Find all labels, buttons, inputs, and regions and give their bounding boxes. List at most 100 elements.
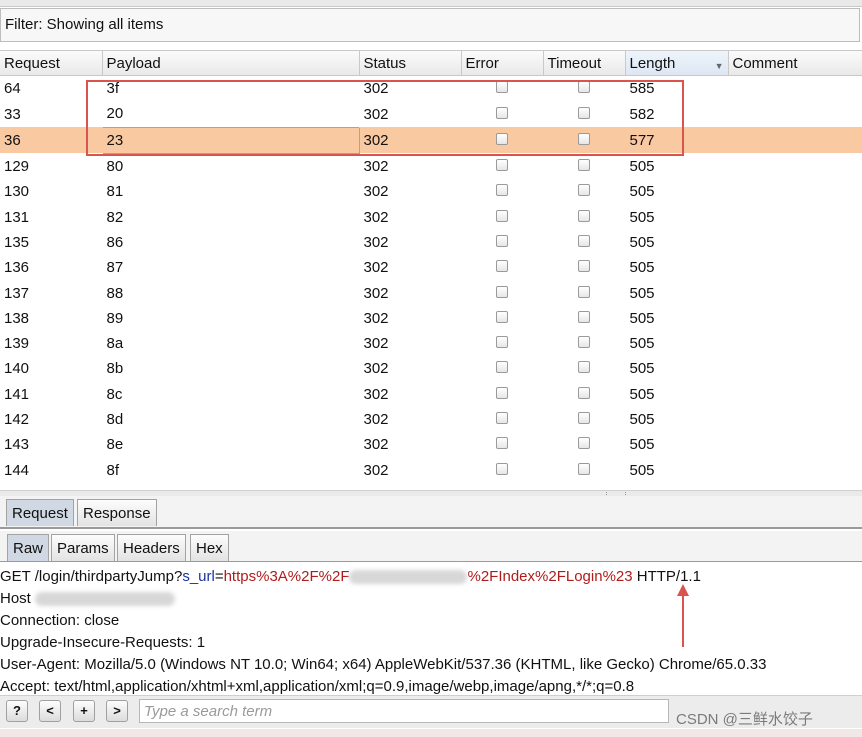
- tab-params[interactable]: Params: [51, 534, 115, 561]
- tab-hex[interactable]: Hex: [190, 534, 229, 561]
- cell-status: 302: [363, 335, 389, 353]
- timeout-checkbox[interactable]: [578, 260, 590, 273]
- cell-comment: [728, 382, 862, 407]
- search-input[interactable]: [139, 699, 669, 723]
- table-row[interactable]: 139 8a 302 505: [0, 331, 862, 356]
- cell-payload: 8b: [106, 360, 124, 378]
- redacted-blur: [349, 570, 468, 585]
- timeout-checkbox[interactable]: [578, 158, 590, 171]
- timeout-checkbox[interactable]: [578, 361, 590, 374]
- watermark-text: CSDN @三鲜水饺子: [676, 711, 813, 728]
- error-checkbox[interactable]: [496, 437, 508, 450]
- cell-comment: [728, 432, 862, 457]
- cell-error: [461, 356, 543, 381]
- user-agent-line: User-Agent: Mozilla/5.0 (Windows NT 10.0…: [0, 656, 767, 673]
- error-checkbox[interactable]: [496, 81, 508, 94]
- table-row[interactable]: 33 20 302 582: [0, 101, 862, 127]
- raw-request-editor[interactable]: GET /login/thirdpartyJump?s_url=https%3A…: [0, 566, 862, 694]
- tab-request[interactable]: Request: [6, 499, 74, 526]
- add-button[interactable]: +: [73, 700, 95, 722]
- upgrade-insecure-line: Upgrade-Insecure-Requests: 1: [0, 634, 206, 651]
- error-checkbox[interactable]: [496, 234, 508, 247]
- cell-payload: 82: [106, 208, 124, 226]
- error-checkbox[interactable]: [496, 158, 508, 171]
- timeout-checkbox[interactable]: [578, 132, 590, 145]
- table-row[interactable]: 36 23 302 577: [0, 126, 862, 154]
- cell-payload: 20: [106, 105, 124, 123]
- table-row[interactable]: 144 8f 302 505: [0, 457, 862, 482]
- cell-status: 302: [363, 436, 389, 454]
- cell-request: 137: [4, 284, 30, 302]
- timeout-checkbox[interactable]: [578, 81, 590, 94]
- table-row[interactable]: 143 8e 302 505: [0, 432, 862, 457]
- error-checkbox[interactable]: [496, 106, 508, 119]
- table-row[interactable]: 140 8b 302 505: [0, 356, 862, 381]
- error-checkbox[interactable]: [496, 209, 508, 222]
- column-header-error[interactable]: Error: [461, 51, 544, 76]
- cell-status: 302: [363, 233, 389, 251]
- table-row[interactable]: 129 80 302 505: [0, 153, 862, 179]
- error-checkbox[interactable]: [496, 412, 508, 424]
- column-header-length-label: Length: [629, 54, 676, 72]
- error-checkbox[interactable]: [496, 132, 508, 145]
- timeout-checkbox[interactable]: [578, 310, 590, 323]
- timeout-checkbox[interactable]: [578, 234, 590, 247]
- table-row[interactable]: 130 81 302 505: [0, 179, 862, 204]
- error-checkbox[interactable]: [496, 361, 508, 374]
- table-row[interactable]: 141 8c 302 505: [0, 382, 862, 407]
- column-header-request[interactable]: Request: [0, 51, 103, 76]
- timeout-checkbox[interactable]: [578, 106, 590, 119]
- timeout-checkbox[interactable]: [578, 209, 590, 222]
- cell-error: [461, 255, 543, 280]
- column-header-payload[interactable]: Payload: [102, 51, 360, 76]
- table-row[interactable]: 137 88 302 505: [0, 280, 862, 305]
- table-row[interactable]: 131 82 302 505: [0, 204, 862, 229]
- tab-raw[interactable]: Raw: [7, 534, 50, 561]
- error-checkbox[interactable]: [496, 386, 508, 399]
- next-match-button[interactable]: >: [106, 700, 128, 722]
- cell-comment: [728, 179, 862, 204]
- column-header-length[interactable]: Length ▼: [625, 51, 729, 76]
- timeout-checkbox[interactable]: [578, 462, 590, 475]
- tab-headers[interactable]: Headers: [117, 534, 186, 561]
- cell-comment: [728, 331, 862, 356]
- timeout-checkbox[interactable]: [578, 336, 590, 349]
- cell-comment: [728, 255, 862, 280]
- error-checkbox[interactable]: [496, 310, 508, 323]
- table-body: 64 3f 302 585 33 20 302 582 36 23 302 577 129 80 302 50…: [0, 76, 862, 483]
- error-checkbox[interactable]: [496, 260, 508, 273]
- table-row[interactable]: 64 3f 302 585: [0, 76, 862, 102]
- help-button[interactable]: ?: [6, 700, 28, 722]
- error-checkbox[interactable]: [496, 285, 508, 298]
- error-checkbox[interactable]: [496, 462, 508, 475]
- timeout-checkbox[interactable]: [578, 285, 590, 298]
- timeout-checkbox[interactable]: [578, 386, 590, 399]
- cell-request: 130: [4, 183, 30, 201]
- timeout-checkbox[interactable]: [578, 412, 590, 424]
- previous-match-button[interactable]: <: [39, 700, 61, 722]
- cell-timeout: [543, 153, 625, 179]
- cell-comment: [728, 76, 862, 102]
- table-row[interactable]: 142 8d 302 505: [0, 407, 862, 432]
- timeout-checkbox[interactable]: [578, 437, 590, 450]
- column-header-status[interactable]: Status: [359, 51, 462, 76]
- error-checkbox[interactable]: [496, 184, 508, 197]
- host-label: Host: [0, 590, 31, 607]
- cell-status: 302: [363, 183, 389, 201]
- table-row[interactable]: 135 86 302 505: [0, 230, 862, 255]
- cell-payload: 3f: [106, 80, 120, 98]
- column-header-timeout[interactable]: Timeout: [543, 51, 626, 76]
- param-name: s_url: [182, 568, 215, 585]
- cell-status: 302: [363, 385, 389, 403]
- timeout-checkbox[interactable]: [578, 184, 590, 197]
- filter-bar[interactable]: Filter: Showing all items: [0, 8, 860, 42]
- results-table: Request Payload Status Error Timeout Len…: [0, 51, 862, 483]
- table-row[interactable]: 138 89 302 505: [0, 306, 862, 331]
- accept-line: Accept: text/html,application/xhtml+xml,…: [0, 678, 635, 694]
- table-row[interactable]: 136 87 302 505: [0, 255, 862, 280]
- error-checkbox[interactable]: [496, 336, 508, 349]
- cell-comment: [728, 457, 862, 482]
- column-header-comment[interactable]: Comment: [728, 51, 862, 76]
- tab-response[interactable]: Response: [77, 499, 157, 526]
- splitter-grip[interactable]: [606, 492, 626, 495]
